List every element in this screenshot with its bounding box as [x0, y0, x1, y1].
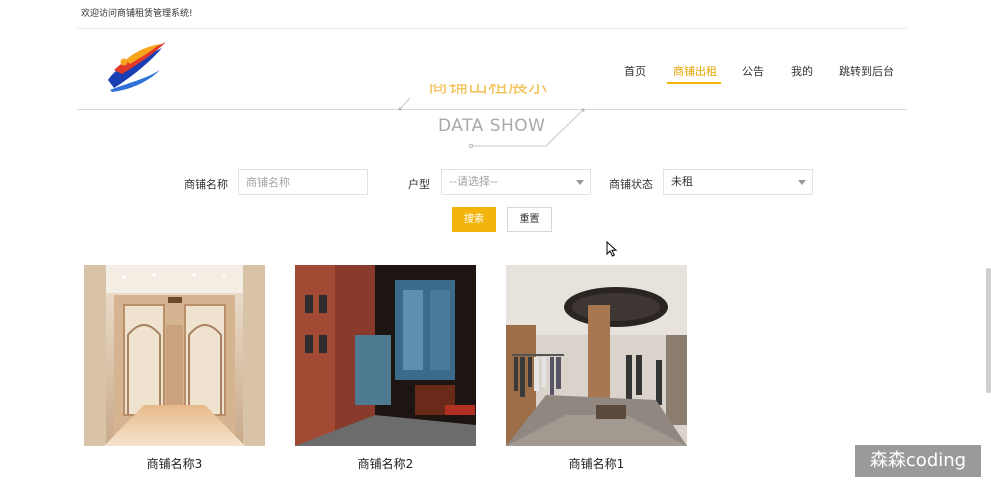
scrollbar-thumb[interactable]	[986, 268, 991, 393]
title-decoration	[398, 97, 585, 149]
shop-name: 商铺名称3	[146, 457, 203, 471]
shop-image[interactable]	[295, 265, 476, 446]
shop-name: 商铺名称1	[568, 457, 625, 471]
shop-image[interactable]	[506, 265, 687, 446]
chevron-down-icon	[798, 180, 806, 185]
shop-status-value: 未租	[671, 175, 693, 188]
shop-card[interactable]: 商铺名称2	[295, 265, 476, 472]
search-button[interactable]: 搜索	[452, 207, 496, 232]
room-type-label: 户型	[408, 178, 430, 191]
chevron-down-icon	[576, 180, 584, 185]
shop-name-label: 商铺名称	[184, 178, 228, 191]
shop-name-input[interactable]	[238, 169, 368, 195]
reset-button[interactable]: 重置	[507, 207, 552, 232]
shop-card[interactable]: 商铺名称1	[506, 265, 687, 472]
shop-status-label: 商铺状态	[609, 178, 653, 191]
room-type-select[interactable]: --请选择--	[441, 169, 591, 195]
watermark: 森森coding	[855, 445, 981, 477]
shop-status-select[interactable]: 未租	[663, 169, 813, 195]
shop-name: 商铺名称2	[357, 457, 414, 471]
shop-image[interactable]	[84, 265, 265, 446]
shop-card[interactable]: 商铺名称3	[84, 265, 265, 472]
room-type-value: --请选择--	[449, 175, 498, 188]
section-subtitle: DATA SHOW	[438, 116, 546, 136]
mouse-cursor-icon	[606, 241, 618, 257]
